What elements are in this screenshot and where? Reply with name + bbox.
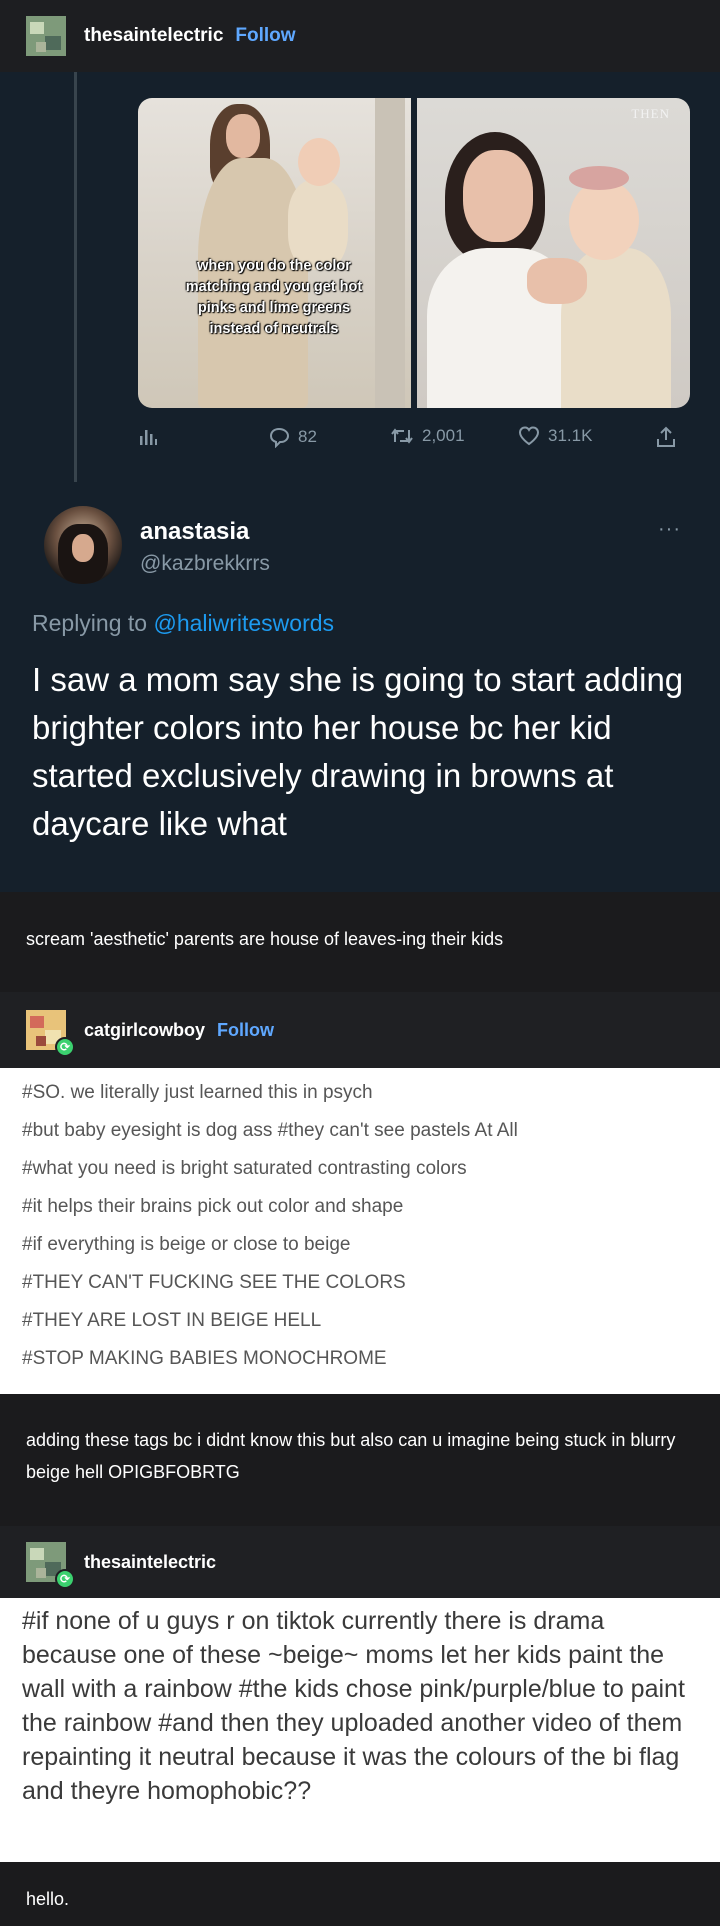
tag-item[interactable]: #SO. we literally just learned this in p…	[22, 1078, 373, 1108]
blog-avatar[interactable]: ⟳	[26, 1542, 75, 1589]
reply-display-name[interactable]: anastasia	[140, 518, 249, 546]
tags-box: #SO. we literally just learned this in p…	[0, 1068, 720, 1394]
reply-action[interactable]: 82	[268, 426, 317, 448]
tag-item[interactable]: #it helps their brains pick out color an…	[22, 1192, 403, 1222]
post-header-thesaintelectric-2: ⟳ thesaintelectric	[0, 1526, 720, 1598]
replying-to-line: Replying to @haliwriteswords	[32, 610, 335, 636]
reblog-comment-1: scream 'aesthetic' parents are house of …	[0, 892, 720, 992]
heart-icon	[518, 426, 540, 446]
like-action[interactable]: 31.1K	[518, 426, 592, 446]
comment-text: adding these tags bc i didnt know this b…	[26, 1430, 676, 1482]
tag-item[interactable]: #but baby eyesight is dog ass #they can'…	[22, 1116, 518, 1146]
post-header-catgirlcowboy: ⟳ catgirlcowboy Follow	[0, 992, 720, 1068]
follow-button[interactable]: Follow	[217, 1020, 274, 1041]
tag-item[interactable]: #what you need is bright saturated contr…	[22, 1154, 467, 1184]
blog-avatar[interactable]: ⟳	[26, 1010, 75, 1057]
blog-avatar[interactable]	[26, 16, 66, 56]
reblog-icon: ⟳	[55, 1569, 75, 1589]
thread-line	[74, 72, 77, 482]
more-options-icon[interactable]: ···	[658, 518, 681, 541]
video-caption: when you do the color matching and you g…	[185, 258, 363, 337]
like-count: 31.1K	[548, 426, 593, 445]
reply-tweet-text: I saw a mom say she is going to start ad…	[32, 661, 684, 842]
reblog-icon: ⟳	[55, 1037, 75, 1057]
blog-username[interactable]: thesaintelectric	[84, 25, 223, 47]
tag-item[interactable]: #THEY ARE LOST IN BEIGE HELL	[22, 1306, 321, 1336]
replying-mention-link[interactable]: @haliwriteswords	[153, 610, 334, 636]
reblog-comment-3: hello.	[0, 1862, 720, 1926]
comment-text: hello.	[26, 1889, 70, 1909]
tweet-media[interactable]: when you do the color matching and you g…	[138, 98, 690, 408]
follow-button[interactable]: Follow	[235, 25, 295, 47]
reply-icon	[269, 427, 290, 448]
share-icon	[657, 426, 675, 447]
reply-avatar[interactable]	[44, 506, 122, 584]
tag-item[interactable]: #if everything is beige or close to beig…	[22, 1230, 350, 1260]
share-action[interactable]	[656, 426, 676, 448]
retweet-action[interactable]: 2,001	[390, 426, 465, 446]
post-text: #if none of u guys r on tiktok currently…	[22, 1607, 685, 1805]
video-overlay-label: THEN	[631, 106, 670, 121]
comment-text: scream 'aesthetic' parents are house of …	[26, 929, 504, 949]
tags-post-box: #if none of u guys r on tiktok currently…	[0, 1598, 720, 1862]
reblog-comment-2: adding these tags bc i didnt know this b…	[0, 1394, 720, 1526]
video-thumbnail-right[interactable]: THEN	[417, 98, 690, 408]
reply-handle[interactable]: @kazbrekkrrs	[140, 552, 270, 576]
tag-item[interactable]: #STOP MAKING BABIES MONOCHROME	[22, 1344, 387, 1374]
analytics-icon[interactable]	[138, 426, 158, 451]
blog-username[interactable]: thesaintelectric	[84, 1552, 216, 1573]
tag-item[interactable]: #THEY CAN'T FUCKING SEE THE COLORS	[22, 1268, 406, 1298]
tweet-actions: 82 2,001 31.1K	[138, 424, 690, 452]
retweet-count: 2,001	[422, 426, 465, 445]
reply-count: 82	[298, 427, 317, 446]
post-header-thesaintelectric: thesaintelectric Follow	[0, 0, 720, 72]
retweet-icon	[391, 428, 413, 444]
video-thumbnail-left[interactable]: when you do the color matching and you g…	[138, 98, 411, 408]
blog-username[interactable]: catgirlcowboy	[84, 1020, 205, 1041]
